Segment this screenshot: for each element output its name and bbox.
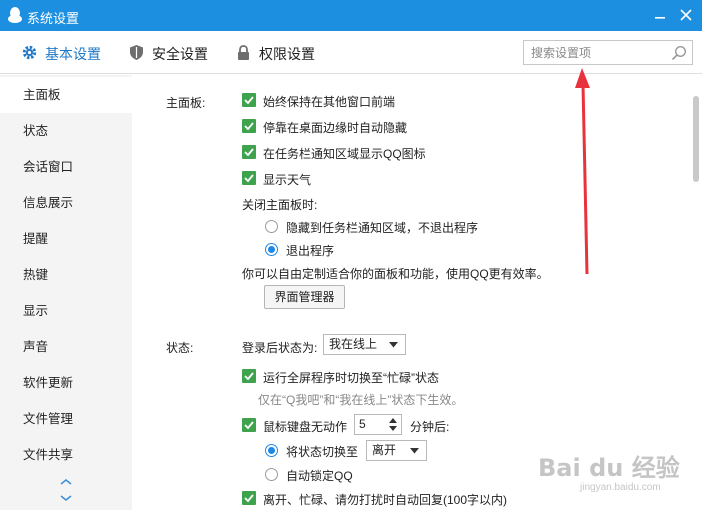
- sidebar-item-info-display[interactable]: 信息展示: [0, 185, 132, 221]
- minimize-icon[interactable]: [652, 6, 668, 24]
- checkbox-checked[interactable]: [242, 171, 256, 185]
- idle-status-select[interactable]: 离开: [366, 440, 427, 461]
- checkmark-icon: [244, 96, 254, 105]
- interface-manager-button[interactable]: 界面管理器: [264, 285, 345, 309]
- window-title: 系统设置: [27, 11, 80, 26]
- radio-button[interactable]: [265, 468, 278, 481]
- checkmark-icon: [244, 148, 254, 157]
- sidebar-item-software-update[interactable]: 软件更新: [0, 365, 132, 401]
- sidebar-item-sound[interactable]: 声音: [0, 329, 132, 365]
- option-label: 在任务栏通知区域显示QQ图标: [263, 147, 426, 161]
- search-icon[interactable]: [671, 45, 687, 61]
- fullscreen-hint: 仅在“Q我吧”和“我在线上”状态下生效。: [258, 393, 464, 407]
- tab-label: 基本设置: [45, 46, 101, 62]
- checkbox-checked[interactable]: [242, 418, 256, 432]
- option-label: 运行全屏程序时切换至“忙碌”状态: [263, 371, 439, 385]
- section-label-main-panel: 主面板:: [166, 96, 206, 110]
- tab-basic-settings[interactable]: 基本设置: [21, 43, 111, 63]
- sidebar-item-chat-window[interactable]: 会话窗口: [0, 149, 132, 185]
- sidebar-item-display[interactable]: 显示: [0, 293, 132, 329]
- search-box: [523, 40, 693, 65]
- option-label: 显示天气: [263, 173, 312, 187]
- login-status-label: 登录后状态为:: [242, 341, 318, 355]
- radio-label: 自动锁定QQ: [286, 469, 353, 483]
- checkbox-checked[interactable]: [242, 145, 256, 159]
- radio-label: 退出程序: [286, 244, 335, 258]
- tab-label: 权限设置: [259, 46, 315, 62]
- chevron-down-icon: [389, 342, 398, 348]
- sidebar-item-reminder[interactable]: 提醒: [0, 221, 132, 257]
- search-input[interactable]: [524, 41, 669, 64]
- gear-icon: [22, 45, 37, 60]
- option-label: 停靠在桌面边缘时自动隐藏: [263, 121, 408, 135]
- scroll-up-icon[interactable]: [59, 477, 73, 487]
- checkmark-icon: [244, 421, 254, 430]
- shield-icon: [130, 45, 143, 60]
- checkmark-icon: [244, 372, 254, 381]
- checkbox-checked[interactable]: [242, 119, 256, 133]
- sidebar-item-status[interactable]: 状态: [0, 113, 132, 149]
- sidebar: 主面板 状态 会话窗口 信息展示 提醒 热键 显示 声音 软件更新 文件管理 文…: [0, 75, 132, 510]
- option-label: 鼠标键盘无动作: [263, 420, 348, 434]
- select-value: 我在线上: [329, 337, 378, 351]
- lock-icon: [238, 45, 249, 60]
- checkbox-checked[interactable]: [242, 93, 256, 107]
- radio-button-selected[interactable]: [265, 444, 278, 457]
- scroll-down-icon[interactable]: [59, 493, 73, 503]
- option-label: 始终保持在其他窗口前端: [263, 95, 396, 109]
- customize-description: 你可以自由定制适合你的面板和功能，使用QQ更有效率。: [242, 267, 549, 281]
- tab-label: 安全设置: [152, 46, 208, 62]
- watermark-text: Bai du 经验: [538, 454, 680, 482]
- radio-button-selected[interactable]: [265, 243, 278, 256]
- option-label: 离开、忙碌、请勿打扰时自动回复(100字以内): [263, 493, 508, 507]
- stepper-up-icon[interactable]: [389, 418, 397, 424]
- sidebar-item-hotkeys[interactable]: 热键: [0, 257, 132, 293]
- close-main-panel-label: 关闭主面板时:: [242, 198, 318, 212]
- tab-security-settings[interactable]: 安全设置: [128, 43, 218, 63]
- title-bar: 系统设置: [0, 0, 702, 31]
- settings-content: 主面板: 始终保持在其他窗口前端 停靠在桌面边缘时自动隐藏 在任务栏通知区域显示…: [132, 75, 702, 510]
- checkmark-icon: [244, 494, 254, 503]
- sidebar-item-main-panel[interactable]: 主面板: [0, 77, 132, 113]
- content-scrollbar[interactable]: [693, 96, 699, 182]
- stepper-down-icon[interactable]: [389, 426, 397, 432]
- section-label-status: 状态:: [166, 341, 194, 355]
- tab-permission-settings[interactable]: 权限设置: [235, 43, 325, 63]
- checkmark-icon: [244, 174, 254, 183]
- settings-toolbar: 基本设置 安全设置 权限设置: [0, 31, 702, 74]
- close-icon[interactable]: [677, 6, 695, 24]
- sidebar-item-file-sharing[interactable]: 文件共享: [0, 437, 132, 473]
- select-value: 离开: [372, 443, 397, 457]
- checkmark-icon: [244, 122, 254, 131]
- stepper-value: 5: [359, 417, 366, 431]
- idle-suffix-label: 分钟后:: [410, 420, 450, 434]
- radio-button[interactable]: [265, 220, 278, 233]
- sidebar-item-file-management[interactable]: 文件管理: [0, 401, 132, 437]
- radio-label: 隐藏到任务栏通知区域，不退出程序: [286, 221, 479, 235]
- watermark-subtext: jingyan.baidu.com: [580, 482, 661, 493]
- radio-label: 将状态切换至: [286, 445, 359, 459]
- chevron-down-icon: [410, 448, 419, 454]
- qq-penguin-icon: [8, 7, 22, 23]
- idle-minutes-stepper[interactable]: 5: [354, 414, 402, 435]
- checkbox-checked[interactable]: [242, 369, 256, 383]
- login-status-select[interactable]: 我在线上: [323, 334, 406, 355]
- checkbox-checked[interactable]: [242, 491, 256, 505]
